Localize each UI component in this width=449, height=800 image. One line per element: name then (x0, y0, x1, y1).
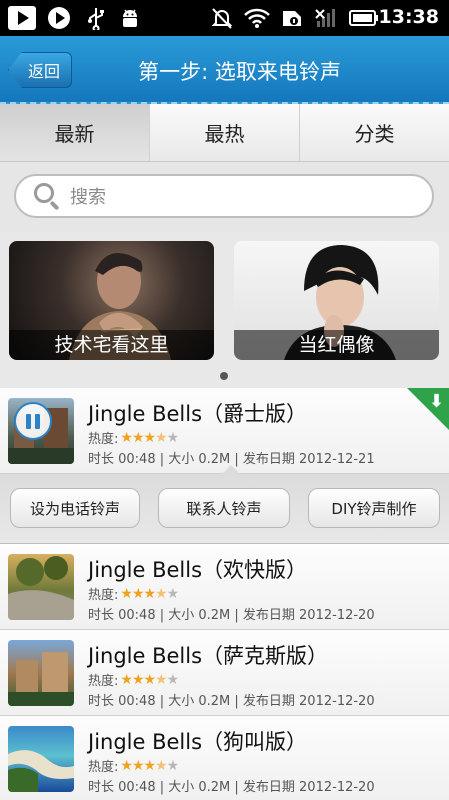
list-item[interactable]: Jingle Bells（欢快版） 热度: ★★★★★ 时长 00:48 | 大… (0, 544, 449, 630)
heat-label: 热度: (88, 432, 119, 447)
heat-label: 热度: (88, 588, 119, 603)
data-saver-icon (278, 4, 306, 32)
ringtone-thumbnail (8, 726, 74, 792)
star-rating: ★★★★★ (120, 585, 179, 602)
contact-ringtone-button[interactable]: 联系人铃声 (158, 488, 290, 528)
heat-rating: 热度: ★★★★★ (88, 584, 179, 604)
heat-rating: 热度: ★★★★★ (88, 756, 179, 776)
ringtone-title: Jingle Bells（狗叫版） (88, 730, 308, 754)
ringtone-thumbnail (8, 640, 74, 706)
page-title: 第一步: 选取来电铃声 (138, 60, 341, 84)
star-rating: ★★★★★ (120, 671, 179, 688)
star-rating: ★★★★★ (120, 429, 179, 446)
heat-label: 热度: (88, 674, 119, 689)
ringtone-meta: 时长 00:48 | 大小 0.2M | 发布日期 2012-12-20 (88, 694, 375, 709)
pause-button[interactable] (14, 402, 52, 440)
search-icon (32, 181, 62, 211)
heat-rating: 热度: ★★★★★ (88, 428, 179, 448)
carousel-indicator (220, 372, 228, 380)
tab-hottest[interactable]: 最热 (150, 104, 300, 161)
star-rating: ★★★★★ (120, 757, 179, 774)
media-play-icon (44, 4, 74, 32)
tab-categories[interactable]: 分类 (300, 104, 449, 161)
banner-tech-caption: 技术宅看这里 (9, 330, 214, 360)
android-debug-icon (116, 4, 144, 32)
battery-icon (348, 4, 380, 32)
play-store-icon (6, 4, 38, 32)
heat-rating: 热度: ★★★★★ (88, 670, 179, 690)
list-item[interactable]: Jingle Bells（爵士版） 热度: ★★★★★ 时长 00:48 | 大… (0, 388, 449, 474)
banner-tech[interactable]: 技术宅看这里 (9, 241, 214, 360)
banner-idol-caption: 当红偶像 (234, 330, 439, 360)
set-ringtone-button[interactable]: 设为电话铃声 (10, 488, 140, 528)
search-bar: 搜索 (0, 162, 449, 232)
ringtone-thumbnail (8, 554, 74, 620)
status-bar: 13:38 (0, 0, 449, 36)
ringtone-actions: 设为电话铃声 联系人铃声 DIY铃声制作 (0, 465, 449, 544)
title-bar: 返回 第一步: 选取来电铃声 (0, 36, 449, 104)
notifications-muted-icon (208, 4, 236, 32)
list-item[interactable]: Jingle Bells（萨克斯版） 热度: ★★★★★ 时长 00:48 | … (0, 630, 449, 716)
diy-ringtone-button[interactable]: DIY铃声制作 (308, 488, 440, 528)
ringtone-meta: 时长 00:48 | 大小 0.2M | 发布日期 2012-12-20 (88, 780, 375, 795)
banner-idol[interactable]: 当红偶像 (234, 241, 439, 360)
usb-icon (82, 4, 110, 32)
category-tabs: 最新 最热 分类 (0, 104, 449, 162)
list-item[interactable]: Jingle Bells（狗叫版） 热度: ★★★★★ 时长 00:48 | 大… (0, 716, 449, 800)
tab-latest[interactable]: 最新 (0, 104, 150, 161)
clock: 13:38 (378, 6, 439, 28)
download-icon: ⬇ (428, 391, 444, 412)
ringtone-meta: 时长 00:48 | 大小 0.2M | 发布日期 2012-12-20 (88, 608, 375, 623)
banner-carousel: 技术宅看这里 当红偶像 (0, 232, 449, 388)
no-signal-icon (312, 4, 340, 32)
wifi-icon (242, 4, 272, 32)
search-placeholder: 搜索 (70, 187, 106, 208)
ringtone-title: Jingle Bells（欢快版） (88, 558, 308, 582)
ringtone-title: Jingle Bells（爵士版） (88, 402, 308, 426)
heat-label: 热度: (88, 760, 119, 775)
search-input[interactable]: 搜索 (14, 174, 434, 218)
ringtone-list: Jingle Bells（爵士版） 热度: ★★★★★ 时长 00:48 | 大… (0, 388, 449, 800)
ringtone-title: Jingle Bells（萨克斯版） (88, 644, 329, 668)
